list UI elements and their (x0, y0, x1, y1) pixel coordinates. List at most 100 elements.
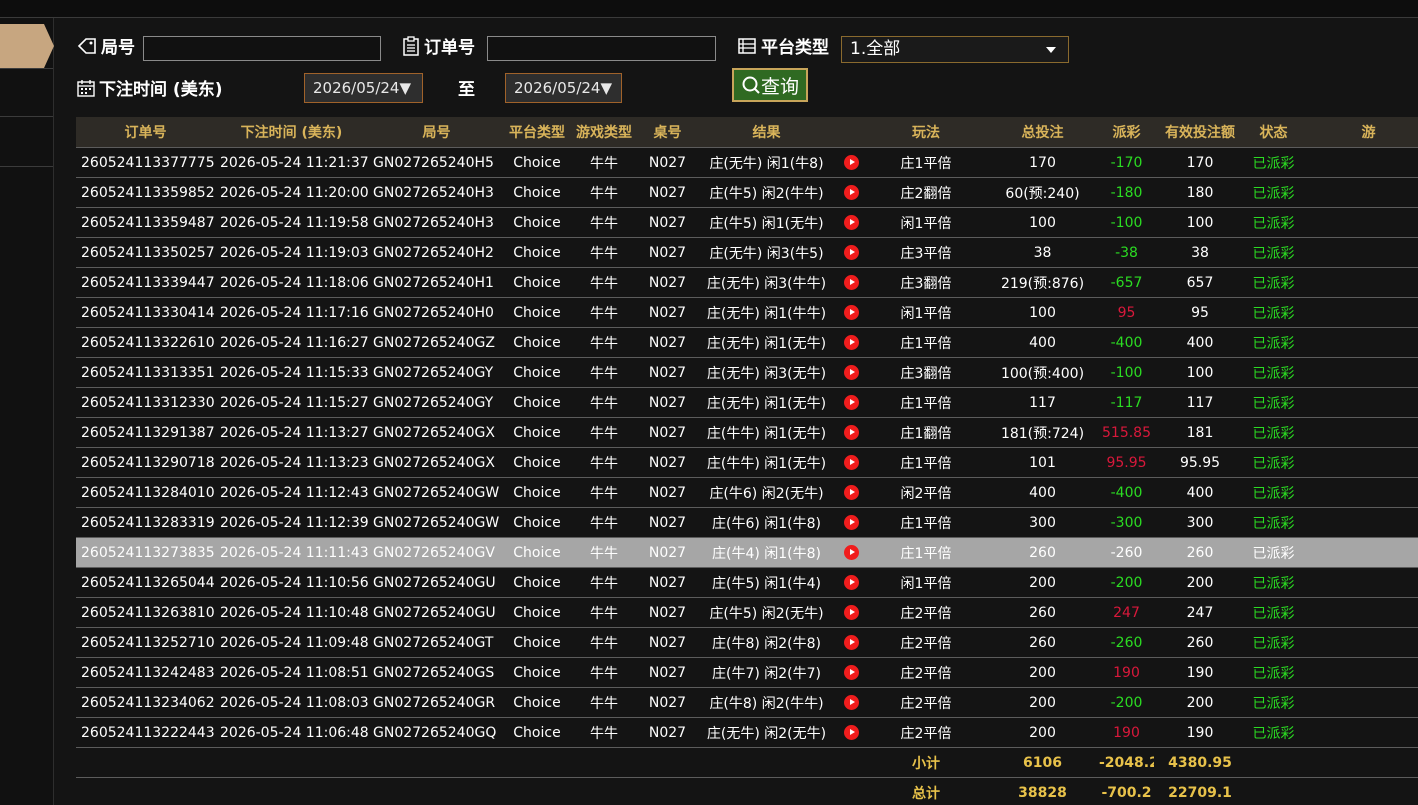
play-video-icon[interactable] (844, 545, 859, 560)
game-type-cell: 牛牛 (569, 327, 639, 358)
payout-cell: -100 (1099, 207, 1154, 238)
play-video-icon[interactable] (844, 185, 859, 200)
payout-cell: -170 (1099, 147, 1154, 178)
column-header[interactable]: 桌号 (639, 117, 696, 148)
total-bet-cell: 100(预:400) (986, 357, 1099, 388)
replay-cell (837, 387, 866, 418)
extra-cell (1301, 537, 1418, 568)
column-header[interactable]: 游 (1301, 117, 1418, 148)
orders-table-container: 订单号 下注时间 (美东) 局号 平台类型 游戏类型 桌号 结果 玩法 总投注 派彩 有效投注额 状态… (76, 117, 1418, 805)
table-row[interactable]: 260524113252710 2026-05-24 11:09:48 GN0272… (76, 627, 1418, 658)
play-video-icon[interactable] (844, 695, 859, 710)
status-cell: 已派彩 (1246, 207, 1301, 238)
play-video-icon[interactable] (844, 665, 859, 680)
round-id-cell: GN027265240GX (368, 447, 505, 478)
play-video-icon[interactable] (844, 335, 859, 350)
game-type-cell: 牛牛 (569, 207, 639, 238)
bet-time-cell: 2026-05-24 11:08:51 (215, 657, 368, 688)
play-video-icon[interactable] (844, 275, 859, 290)
play-video-icon[interactable] (844, 305, 859, 320)
play-video-icon[interactable] (844, 395, 859, 410)
date-to-picker[interactable]: 2026/05/24▼ (505, 73, 622, 103)
table-row[interactable]: 260524113234062 2026-05-24 11:08:03 GN0272… (76, 687, 1418, 718)
table-row[interactable]: 260524113242483 2026-05-24 11:08:51 GN0272… (76, 657, 1418, 688)
play-video-icon[interactable] (844, 245, 859, 260)
table-row[interactable]: 260524113265044 2026-05-24 11:10:56 GN0272… (76, 567, 1418, 598)
valid-bet-cell: 200 (1154, 687, 1246, 718)
table-row[interactable]: 260524113339447 2026-05-24 11:18:06 GN0272… (76, 267, 1418, 298)
play-video-icon[interactable] (844, 485, 859, 500)
order-id-cell: 260524113313351 (76, 357, 215, 388)
table-row[interactable]: 260524113291387 2026-05-24 11:13:27 GN0272… (76, 417, 1418, 448)
table-row[interactable]: 260524113359487 2026-05-24 11:19:58 GN0272… (76, 207, 1418, 238)
column-header[interactable]: 总投注 (986, 117, 1099, 148)
platform-select[interactable]: 1.全部 (841, 36, 1069, 63)
status-cell: 已派彩 (1246, 237, 1301, 268)
total-bet-cell: 300 (986, 507, 1099, 538)
extra-cell (1301, 267, 1418, 298)
table-row[interactable]: 260524113284010 2026-05-24 11:12:43 GN0272… (76, 477, 1418, 508)
search-icon (742, 76, 760, 94)
column-header[interactable]: 玩法 (866, 117, 986, 148)
table-row[interactable]: 260524113312330 2026-05-24 11:15:27 GN0272… (76, 387, 1418, 418)
table-row[interactable]: 260524113290718 2026-05-24 11:13:23 GN0272… (76, 447, 1418, 478)
table-row[interactable]: 260524113359852 2026-05-24 11:20:00 GN0272… (76, 177, 1418, 208)
table-no-cell: N027 (639, 627, 696, 658)
play-video-icon[interactable] (844, 725, 859, 740)
column-header[interactable]: 游戏类型 (569, 117, 639, 148)
query-button[interactable]: 查询 (732, 68, 808, 102)
play-video-icon[interactable] (844, 155, 859, 170)
table-row[interactable]: 260524113273835 2026-05-24 11:11:43 GN0272… (76, 537, 1418, 568)
column-header[interactable]: 订单号 (76, 117, 215, 148)
table-row[interactable]: 260524113222443 2026-05-24 11:06:48 GN0272… (76, 717, 1418, 748)
replay-cell (837, 657, 866, 688)
round-input[interactable] (143, 36, 381, 61)
play-video-icon[interactable] (844, 455, 859, 470)
result-cell: 庄(无牛) 闲1(无牛) (696, 387, 837, 418)
table-row[interactable]: 260524113322610 2026-05-24 11:16:27 GN0272… (76, 327, 1418, 358)
table-row[interactable]: 260524113330414 2026-05-24 11:17:16 GN0272… (76, 297, 1418, 328)
replay-cell (837, 297, 866, 328)
column-header[interactable]: 下注时间 (美东) (215, 117, 368, 148)
payout-cell: 95 (1099, 297, 1154, 328)
total-bet-cell: 260 (986, 597, 1099, 628)
play-video-icon[interactable] (844, 515, 859, 530)
table-row[interactable]: 260524113350257 2026-05-24 11:19:03 GN0272… (76, 237, 1418, 268)
column-header[interactable]: 派彩 (1099, 117, 1154, 148)
table-row[interactable]: 260524113313351 2026-05-24 11:15:33 GN0272… (76, 357, 1418, 388)
sidebar-active-item[interactable] (0, 24, 44, 68)
order-id-cell: 260524113350257 (76, 237, 215, 268)
status-cell: 已派彩 (1246, 657, 1301, 688)
column-header[interactable]: 有效投注额 (1154, 117, 1246, 148)
play-video-icon[interactable] (844, 605, 859, 620)
column-header[interactable]: 状态 (1246, 117, 1301, 148)
status-cell: 已派彩 (1246, 387, 1301, 418)
status-cell: 已派彩 (1246, 507, 1301, 538)
total-bet-cell: 38 (986, 237, 1099, 268)
play-video-icon[interactable] (844, 635, 859, 650)
order-id-cell: 260524113265044 (76, 567, 215, 598)
empty-cell (76, 777, 215, 805)
order-input[interactable] (487, 36, 716, 61)
play-video-icon[interactable] (844, 365, 859, 380)
play-video-icon[interactable] (844, 425, 859, 440)
play-video-icon[interactable] (844, 215, 859, 230)
play-video-icon[interactable] (844, 575, 859, 590)
empty-cell (505, 777, 569, 805)
order-id-cell: 260524113377775 (76, 147, 215, 178)
empty-cell (76, 747, 215, 778)
date-from-picker[interactable]: 2026/05/24▼ (304, 73, 423, 103)
payout-cell: -38 (1099, 237, 1154, 268)
extra-cell (1301, 297, 1418, 328)
order-id-cell: 260524113263810 (76, 597, 215, 628)
table-row[interactable]: 260524113283319 2026-05-24 11:12:39 GN0272… (76, 507, 1418, 538)
status-cell: 已派彩 (1246, 567, 1301, 598)
total-bet-cell: 200 (986, 717, 1099, 748)
result-cell: 庄(牛7) 闲2(牛7) (696, 657, 837, 688)
table-row[interactable]: 260524113377775 2026-05-24 11:21:37 GN0272… (76, 147, 1418, 178)
column-header[interactable]: 结果 (696, 117, 837, 148)
table-row[interactable]: 260524113263810 2026-05-24 11:10:48 GN0272… (76, 597, 1418, 628)
column-header[interactable]: 平台类型 (505, 117, 569, 148)
column-header[interactable]: 局号 (368, 117, 505, 148)
column-header[interactable] (837, 117, 866, 148)
